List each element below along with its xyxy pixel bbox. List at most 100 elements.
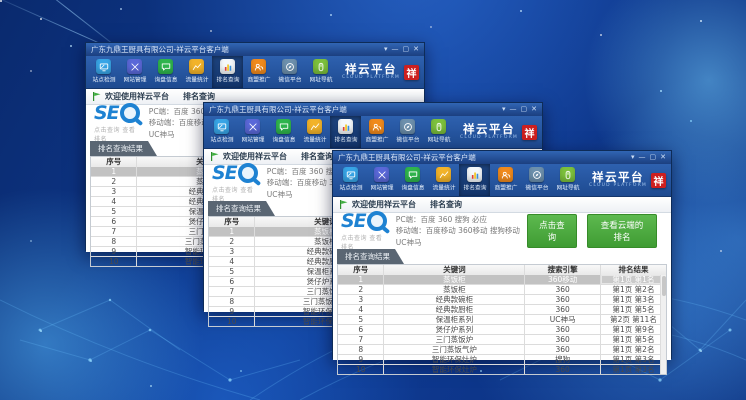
- table-row[interactable]: 4经典款厨柜360第1页 第5名: [338, 304, 666, 314]
- mouse-icon: [431, 119, 446, 134]
- cell-rank: 第1页 第1名: [600, 275, 666, 284]
- scrollbar-thumb[interactable]: [662, 276, 666, 296]
- table-row[interactable]: 3经典款碗柜360第1页 第3名: [338, 294, 666, 304]
- title-bar[interactable]: 广东九鼎王厨具有限公司-祥云平台客户端 ▾ — ▢ ✕: [333, 151, 671, 164]
- skin-button[interactable]: ▾: [502, 103, 506, 116]
- toolbar-item-label: 商盟推广: [247, 76, 270, 84]
- toolbar-item-chat[interactable]: 询盘信息: [150, 56, 181, 88]
- compass-icon: [400, 119, 415, 134]
- app-window: 广东九鼎王厨具有限公司-祥云平台客户端 ▾ — ▢ ✕ 站点检测网站管理询盘信息…: [332, 150, 672, 359]
- column-header: 搜索引擎: [524, 265, 600, 275]
- cell-rank: 第1页 第2名: [600, 285, 666, 294]
- table-row[interactable]: 8三门蒸饭气炉360第1页 第2名: [338, 344, 666, 354]
- cell-no: 1: [209, 227, 254, 236]
- cell-rank: 第1页 第9名: [600, 325, 666, 334]
- toolbar-item-mouse[interactable]: 网址导航: [552, 164, 583, 196]
- table-row[interactable]: 6煲仔炉系列360第1页 第9名: [338, 324, 666, 334]
- breadcrumb-welcome: 欢迎使用祥云平台: [105, 91, 169, 102]
- column-header: 序号: [91, 157, 136, 167]
- table-row[interactable]: 7三门蒸饭炉360第1页 第5名: [338, 334, 666, 344]
- table-row[interactable]: 2蒸饭柜360第1页 第2名: [338, 284, 666, 294]
- toolbar-item-compass[interactable]: 微信平台: [521, 164, 552, 196]
- toolbar-item-bar-chart[interactable]: 排名查询: [459, 164, 490, 196]
- cell-keyword: 三门蒸饭炉: [383, 335, 524, 344]
- cell-keyword: 智能环保灶炉: [383, 355, 524, 364]
- monitor-icon: [96, 59, 111, 74]
- toolbar-item-chat[interactable]: 询盘信息: [268, 116, 299, 148]
- cell-rank: 第1页 第3名: [600, 355, 666, 364]
- engine-list: PC端：百度 360 搜狗 必应 移动端：百度移动 360移动 搜狗移动 UC神…: [396, 214, 527, 248]
- table-row[interactable]: 9智能环保灶炉搜狗第1页 第3名: [338, 354, 666, 364]
- skin-button[interactable]: ▾: [631, 151, 635, 164]
- toolbar-item-label: 询盘信息: [154, 76, 177, 84]
- minimize-button[interactable]: —: [510, 103, 517, 116]
- query-button[interactable]: 点击查询: [527, 214, 577, 248]
- table-row[interactable]: 5保温柜系列UC神马第2页 第11名: [338, 314, 666, 324]
- seo-logo: SE 点击查询 查看排名: [94, 103, 141, 143]
- toolbar-item-bar-chart[interactable]: 排名查询: [330, 116, 361, 148]
- toolbar-item-tools[interactable]: 网站管理: [237, 116, 268, 148]
- result-tab[interactable]: 排名查询结果: [208, 201, 275, 216]
- cell-rank: 第1页 第3名: [600, 295, 666, 304]
- table-row[interactable]: 10智能环保灶炉360第1页 第3名: [338, 364, 666, 374]
- toolbar-item-line-chart[interactable]: 流量统计: [299, 116, 330, 148]
- cell-engine: 搜狗: [524, 355, 600, 364]
- result-tab[interactable]: 排名查询结果: [90, 141, 157, 156]
- cell-keyword: 保温柜系列: [383, 315, 524, 324]
- toolbar-item-label: 询盘信息: [272, 136, 295, 144]
- toolbar-item-chat[interactable]: 询盘信息: [397, 164, 428, 196]
- minimize-button[interactable]: —: [639, 151, 646, 164]
- seo-logo: SE 点击查询 查看排名: [341, 211, 388, 251]
- window-title: 广东九鼎王厨具有限公司-祥云平台客户端: [338, 152, 476, 163]
- toolbar-item-label: 站点检测: [92, 76, 115, 84]
- toolbar-item-compass[interactable]: 微信平台: [392, 116, 423, 148]
- toolbar-item-compass[interactable]: 微信平台: [274, 56, 305, 88]
- toolbar-item-tools[interactable]: 网站管理: [119, 56, 150, 88]
- toolbar-item-tools[interactable]: 网站管理: [366, 164, 397, 196]
- result-tab[interactable]: 排名查询结果: [337, 249, 404, 264]
- toolbar-item-mouse[interactable]: 网址导航: [305, 56, 336, 88]
- table-header-row: 序号关键词搜索引擎排名结果: [338, 265, 666, 275]
- table-scrollbar[interactable]: [660, 275, 666, 374]
- toolbar-item-label: 站点检测: [339, 184, 362, 192]
- toolbar-item-users[interactable]: 商盟推广: [243, 56, 274, 88]
- users-icon: [251, 59, 266, 74]
- toolbar-item-users[interactable]: 商盟推广: [490, 164, 521, 196]
- cell-engine: 360: [524, 335, 600, 344]
- brand-badge-icon: 祥: [404, 65, 419, 80]
- cell-no: 3: [209, 247, 254, 256]
- close-button[interactable]: ✕: [413, 43, 419, 56]
- cell-no: 6: [91, 217, 136, 226]
- column-header: 序号: [209, 217, 254, 227]
- cell-keyword: 三门蒸饭气炉: [383, 345, 524, 354]
- toolbar-item-mouse[interactable]: 网址导航: [423, 116, 454, 148]
- maximize-button[interactable]: ▢: [650, 151, 657, 164]
- toolbar-item-monitor[interactable]: 站点检测: [335, 164, 366, 196]
- breadcrumb-welcome: 欢迎使用祥云平台: [352, 199, 416, 210]
- toolbar-item-label: 微信平台: [396, 136, 419, 144]
- maximize-button[interactable]: ▢: [403, 43, 410, 56]
- close-button[interactable]: ✕: [531, 103, 537, 116]
- cell-no: 7: [209, 287, 254, 296]
- breadcrumb-welcome: 欢迎使用祥云平台: [223, 151, 287, 162]
- cloud-rank-button[interactable]: 查看云端的排名: [587, 214, 657, 248]
- toolbar-item-label: 网址导航: [309, 76, 332, 84]
- table-row[interactable]: 1蒸饭柜360移动第1页 第1名: [338, 275, 666, 284]
- close-button[interactable]: ✕: [660, 151, 666, 164]
- toolbar-item-users[interactable]: 商盟推广: [361, 116, 392, 148]
- title-bar[interactable]: 广东九鼎王厨具有限公司-祥云平台客户端 ▾ — ▢ ✕: [204, 103, 542, 116]
- column-header: 关键词: [383, 265, 524, 275]
- breadcrumb-section: 排名查询: [301, 151, 333, 162]
- toolbar-item-line-chart[interactable]: 流量统计: [428, 164, 459, 196]
- skin-button[interactable]: ▾: [384, 43, 388, 56]
- cell-no: 1: [91, 167, 136, 176]
- maximize-button[interactable]: ▢: [521, 103, 528, 116]
- toolbar-item-monitor[interactable]: 站点检测: [206, 116, 237, 148]
- toolbar-item-monitor[interactable]: 站点检测: [88, 56, 119, 88]
- toolbar-item-bar-chart[interactable]: 排名查询: [212, 56, 243, 88]
- brand-name: 祥云平台: [589, 172, 647, 184]
- title-bar[interactable]: 广东九鼎王厨具有限公司-祥云平台客户端 ▾ — ▢ ✕: [86, 43, 424, 56]
- toolbar-item-line-chart[interactable]: 流量统计: [181, 56, 212, 88]
- minimize-button[interactable]: —: [392, 43, 399, 56]
- brand-logo: 祥云平台 CLOUD PLATFORM 祥: [342, 56, 422, 88]
